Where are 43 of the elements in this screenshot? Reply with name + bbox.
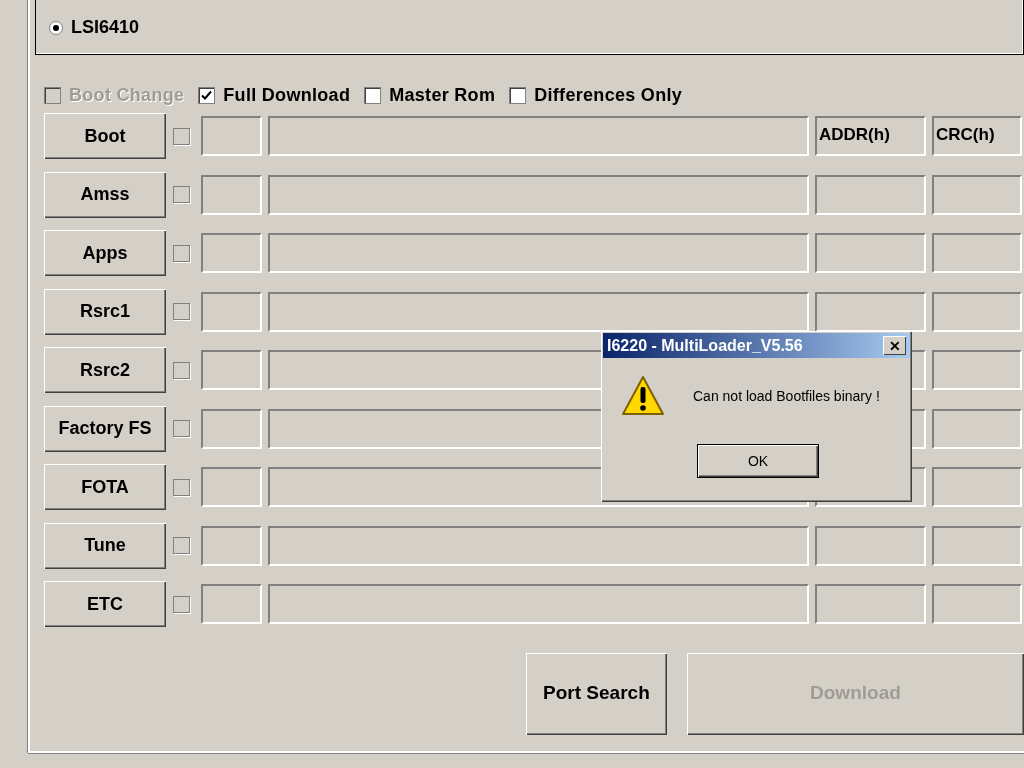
action-button[interactable]: Port Search [526,652,667,735]
checkbox[interactable] [173,127,190,145]
file-button[interactable]: Tune [44,522,166,569]
checkbox[interactable] [198,86,216,104]
ok-button[interactable]: OK [697,444,819,478]
crc-field: CRC(h) [932,116,1022,157]
radio-label: LSI6410 [71,16,140,39]
dialog-message: Can not load Bootfiles binary ! [693,386,880,406]
checkbox-label: Differences Only [534,83,683,107]
index-field [201,350,262,391]
index-field [201,233,262,274]
file-button[interactable]: ETC [44,581,166,628]
file-button[interactable]: Amss [44,171,166,218]
index-field [201,408,262,449]
dialog-title: I6220 - MultiLoader_V5.56 [607,335,803,356]
close-button[interactable]: ✕ [883,336,906,355]
file-button[interactable]: Apps [44,230,166,277]
radio-button[interactable] [49,20,63,35]
index-field [201,584,262,625]
checkbox[interactable] [173,478,190,496]
checkbox[interactable] [173,420,190,438]
file-button[interactable]: Factory FS [44,405,166,452]
address-field: ADDR(h) [815,116,926,157]
checkbox[interactable] [173,537,190,555]
index-field [201,525,262,566]
file-button[interactable]: FOTA [44,464,166,511]
index-field [201,467,262,508]
index-field [201,116,262,157]
file-button[interactable]: Rsrc2 [44,347,166,394]
checkbox[interactable] [173,303,190,321]
checkbox-label: Full Download [223,83,351,107]
index-field [201,291,262,332]
index-field [201,174,262,215]
file-button[interactable]: Boot [44,113,166,160]
file-button[interactable]: Rsrc1 [44,288,166,335]
checkbox[interactable] [364,86,382,104]
checkbox[interactable] [173,244,190,262]
checkbox-label: Master Rom [389,83,496,107]
checkbox[interactable] [173,186,190,204]
warning-icon [621,374,665,418]
checkbox[interactable] [173,595,190,613]
checkbox[interactable] [173,361,190,379]
checkbox[interactable] [509,86,527,104]
